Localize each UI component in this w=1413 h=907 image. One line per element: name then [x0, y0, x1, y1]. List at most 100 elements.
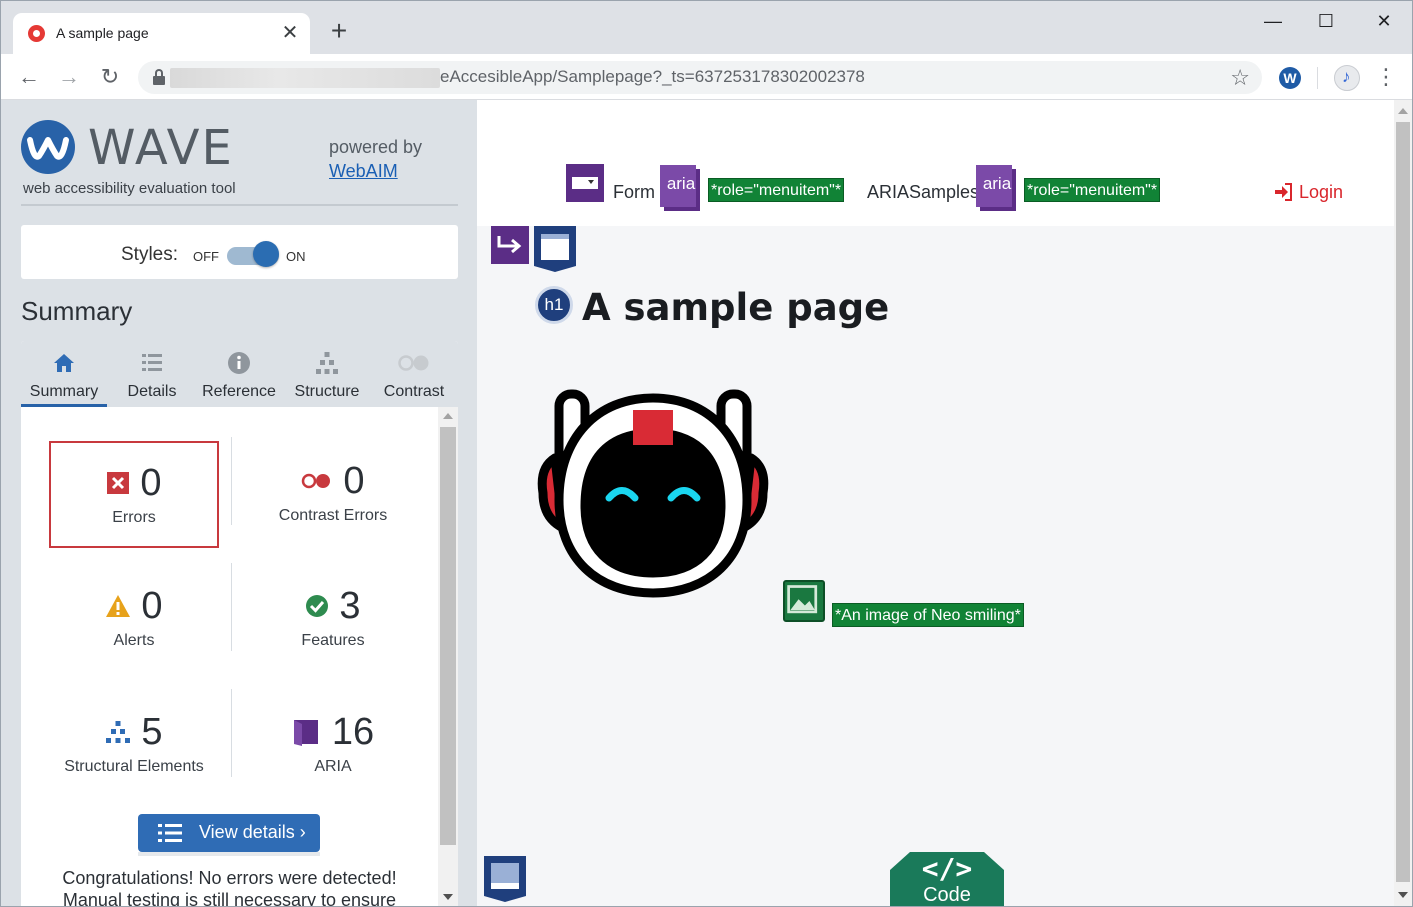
congratulations-message: Congratulations! No errors were detected…	[21, 867, 438, 907]
maximize-button[interactable]: ☐	[1306, 7, 1346, 35]
structural-elements-stat[interactable]: 5 Structural Elements	[49, 692, 219, 799]
aria-badge-icon: aria	[976, 165, 1016, 211]
features-count: 3	[339, 584, 361, 627]
list-icon	[142, 354, 162, 371]
image-alt-text-label: *An image of Neo smiling*	[832, 603, 1024, 627]
code-icon: </>	[921, 852, 973, 885]
styles-toggle-panel: Styles: OFF ON	[21, 225, 458, 279]
new-tab-button[interactable]: +	[327, 17, 351, 45]
errors-stat[interactable]: 0 Errors	[49, 441, 219, 548]
reload-button[interactable]: ↻	[96, 63, 124, 91]
page-scroll-thumb[interactable]	[1396, 122, 1410, 882]
role-menuitem-label: *role="menuitem"*	[708, 178, 845, 202]
stats-divider	[231, 563, 232, 651]
page-navbar: Form aria *role="menuitem"* ARIASamples …	[477, 100, 1395, 226]
tab-structure[interactable]: Structure	[285, 341, 369, 407]
login-link[interactable]: Login	[1299, 182, 1343, 203]
features-stat[interactable]: 3 Features	[248, 566, 418, 673]
browser-toolbar: ← → ↻ eAccesibleApp/Samplepage?_ts=63725…	[1, 54, 1412, 100]
tab-contrast[interactable]: Contrast	[373, 341, 455, 407]
code-toggle-button[interactable]: </> Code	[890, 852, 1004, 906]
tab-summary[interactable]: Summary	[21, 341, 107, 407]
nav-form[interactable]: Form	[613, 182, 655, 203]
h1-badge-icon: h1	[535, 286, 573, 324]
feature-check-icon	[306, 595, 329, 617]
page-scroll-up-icon[interactable]	[1398, 108, 1408, 114]
wave-sidebar: WAVE web accessibility evaluation tool p…	[1, 100, 477, 907]
tab-structure-label: Structure	[294, 383, 360, 400]
code-label: Code	[923, 884, 971, 906]
scroll-thumb[interactable]	[440, 427, 456, 845]
tab-reference[interactable]: Reference	[197, 341, 281, 407]
structure-hierarchy-icon	[106, 721, 131, 743]
stats-divider	[231, 689, 232, 777]
toolbar-divider	[1317, 67, 1318, 89]
summary-scrollbar[interactable]	[438, 407, 458, 906]
tab-contrast-label: Contrast	[383, 383, 445, 400]
tab-strip: A sample page ✕ + — ☐ ✕	[1, 1, 1412, 54]
close-window-button[interactable]: ✕	[1364, 7, 1404, 35]
webaim-link[interactable]: WebAIM	[329, 161, 398, 182]
structural-count: 5	[141, 710, 163, 753]
view-details-button[interactable]: View details ›	[138, 814, 320, 852]
browser-tab[interactable]: A sample page ✕	[13, 13, 310, 54]
congrats-line-2: Manual testing is still necessary to ens…	[62, 890, 397, 907]
region-landmark-icon	[534, 226, 576, 272]
contrast-errors-count: 0	[343, 459, 365, 502]
wave-extension-icon[interactable]: W	[1279, 67, 1301, 89]
tab-details-label: Details	[127, 383, 177, 400]
aria-stat[interactable]: 16 ARIA	[248, 692, 418, 799]
page-scrollbar[interactable]	[1394, 100, 1412, 906]
aria-badge-icon: aria	[660, 165, 700, 211]
browser-window: A sample page ✕ + — ☐ ✕ ← → ↻ eAccesible…	[0, 0, 1413, 907]
alerts-count: 0	[141, 584, 163, 627]
tab-title: A sample page	[56, 25, 149, 41]
error-x-icon	[107, 472, 130, 494]
page-viewport: Form aria *role="menuitem"* ARIASamples …	[477, 100, 1395, 906]
form-select-icon	[566, 164, 604, 202]
wave-title: WAVE	[88, 120, 234, 176]
info-icon	[228, 352, 250, 374]
hierarchy-icon	[316, 352, 338, 374]
stats-divider	[231, 437, 232, 525]
address-bar[interactable]: eAccesibleApp/Samplepage?_ts=63725317830…	[138, 61, 1262, 94]
errors-count: 0	[140, 461, 162, 504]
page-scroll-down-icon[interactable]	[1398, 892, 1408, 898]
contrast-errors-stat[interactable]: 0 Contrast Errors	[248, 441, 418, 548]
aria-book-icon	[293, 720, 318, 746]
minimize-button[interactable]: —	[1253, 7, 1293, 35]
aria-badge-text: aria	[982, 174, 1012, 193]
alert-triangle-icon	[106, 595, 131, 617]
skip-link-icon	[491, 226, 529, 264]
button-shadow	[138, 852, 320, 856]
login-icon	[1275, 183, 1292, 201]
summary-panel: Summary Details Reference Structure Cont…	[21, 341, 458, 907]
header-divider	[21, 204, 458, 206]
redacted-url-segment	[170, 68, 440, 88]
view-details-label: View details ›	[199, 822, 306, 842]
scroll-down-arrow-icon[interactable]	[443, 894, 453, 900]
browser-menu-icon[interactable]: ⋮	[1375, 63, 1397, 93]
site-favicon-icon	[28, 25, 45, 42]
alerts-stat[interactable]: 0 Alerts	[49, 566, 219, 673]
errors-label: Errors	[112, 509, 156, 526]
aria-count: 16	[331, 710, 375, 753]
forward-button[interactable]: →	[55, 63, 83, 91]
tab-details[interactable]: Details	[111, 341, 193, 407]
styles-toggle-knob[interactable]	[253, 241, 279, 267]
lock-icon	[152, 69, 166, 86]
nav-aria-samples[interactable]: ARIASamples	[867, 182, 979, 203]
scroll-up-arrow-icon[interactable]	[443, 413, 453, 419]
tab-close-icon[interactable]: ✕	[280, 22, 300, 44]
aria-label: ARIA	[314, 758, 352, 775]
powered-by-text: powered by	[329, 137, 423, 157]
profile-avatar[interactable]	[1334, 65, 1360, 91]
bookmark-star-icon[interactable]: ☆	[1230, 65, 1250, 91]
home-icon	[54, 354, 74, 372]
back-button[interactable]: ←	[15, 63, 43, 91]
role-menuitem-label: *role="menuitem"*	[1024, 178, 1161, 202]
styles-on-label: ON	[286, 249, 306, 264]
wave-logo-icon	[21, 120, 75, 174]
features-label: Features	[301, 632, 365, 649]
tab-summary-label: Summary	[29, 383, 99, 400]
